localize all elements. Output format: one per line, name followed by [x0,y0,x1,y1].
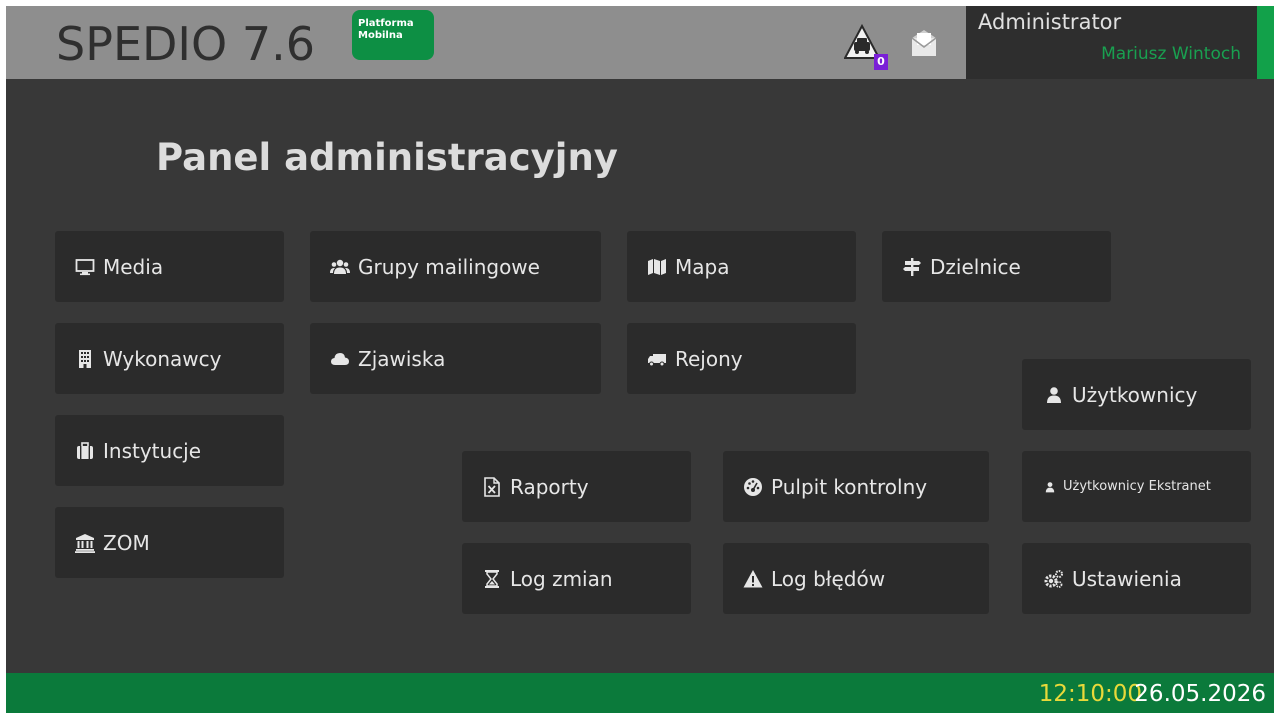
excel-file-icon [482,476,502,497]
user-info-box[interactable]: Administrator Mariusz Wintoch [966,6,1257,79]
tile-label: Użytkownicy Ekstranet [1063,479,1211,494]
tile-label: Instytucje [103,438,202,463]
badge-line-2: Mobilna [358,30,403,41]
tile-ustawienia[interactable]: Ustawienia [1022,543,1251,614]
clock-time: 12:10:00 [1038,681,1142,707]
tile-wykonawcy[interactable]: Wykonawcy [55,323,284,394]
user-accent-bar [1257,6,1274,79]
cloud-icon [330,349,350,369]
truck-icon [647,349,667,369]
map-icon [647,257,667,277]
tile-uzytkownicy[interactable]: Użytkownicy [1022,359,1251,430]
tile-zjawiska[interactable]: Zjawiska [310,323,601,394]
tile-zom[interactable]: ZOM [55,507,284,578]
mobile-platform-badge[interactable]: Platforma Mobilna [352,10,434,60]
tile-label: Log zmian [510,566,613,591]
dashboard-icon [743,477,763,497]
user-icon [1044,385,1064,405]
tile-raporty[interactable]: Raporty [462,451,691,522]
app-title: SPEDIO 7.6 [56,17,315,71]
hourglass-icon [482,569,502,589]
tile-rejony[interactable]: Rejony [627,323,856,394]
tile-dzielnice[interactable]: Dzielnice [882,231,1111,302]
tile-instytucje[interactable]: Instytucje [55,415,284,486]
tile-grupy-mailingowe[interactable]: Grupy mailingowe [310,231,601,302]
header-bar: SPEDIO 7.6 Platforma Mobilna 0 Administr… [6,6,1274,79]
tile-label: Grupy mailingowe [358,254,540,279]
users-icon [330,257,350,277]
tile-pulpit-kontrolny[interactable]: Pulpit kontrolny [723,451,989,522]
user-name: Mariusz Wintoch [1101,44,1241,64]
user-role: Administrator [978,10,1122,34]
tile-label: Media [103,254,164,279]
tile-label: Wykonawcy [103,346,222,371]
monitor-icon [75,257,95,277]
tile-label: Log błędów [771,566,886,591]
tile-media[interactable]: Media [55,231,284,302]
user-icon [1044,481,1056,493]
tile-label: Ustawienia [1072,566,1182,591]
tile-label: Raporty [510,474,589,499]
tile-mapa[interactable]: Mapa [627,231,856,302]
status-bar: 12:10:00 26.05.2026 [6,673,1274,713]
mail-icon[interactable] [909,28,939,58]
page-title: Panel administracyjny [156,136,618,179]
badge-line-1: Platforma [358,18,414,29]
tile-label: ZOM [103,530,150,555]
tile-label: Rejony [675,346,743,371]
signpost-icon [902,257,922,277]
tile-log-zmian[interactable]: Log zmian [462,543,691,614]
tile-label: Mapa [675,254,730,279]
suitcase-icon [75,441,95,461]
cogs-icon [1044,569,1064,589]
tile-label: Użytkownicy [1072,382,1198,407]
warning-icon [743,569,763,589]
tile-uzytkownicy-ekstranet[interactable]: Użytkownicy Ekstranet [1022,451,1251,522]
tile-label: Dzielnice [930,254,1021,279]
building-icon [75,349,95,369]
clock-date: 26.05.2026 [1134,681,1266,707]
bank-icon [75,533,95,553]
tile-log-bledow[interactable]: Log błędów [723,543,989,614]
app-window: SPEDIO 7.6 Platforma Mobilna 0 Administr… [6,6,1274,713]
tile-label: Pulpit kontrolny [771,474,928,499]
tile-label: Zjawiska [358,346,446,371]
alert-count-badge: 0 [874,54,888,70]
